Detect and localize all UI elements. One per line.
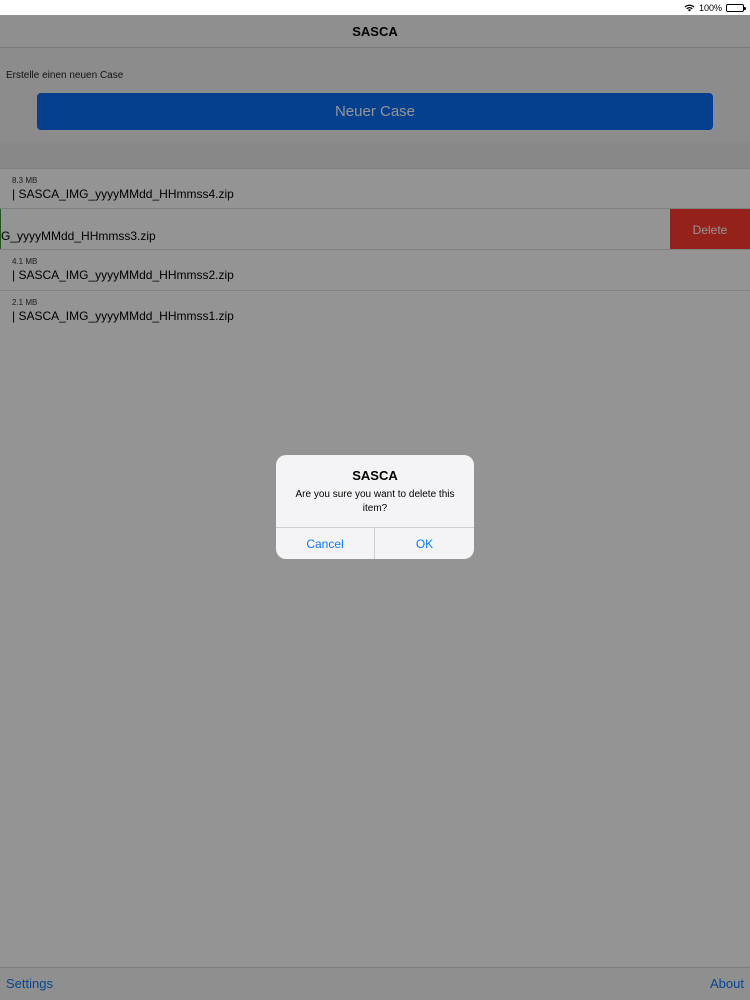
delete-confirmation-alert: SASCA Are you sure you want to delete th… (276, 455, 474, 559)
battery-icon (726, 3, 746, 12)
status-indicators: 100% (684, 1, 746, 14)
alert-title: SASCA (352, 468, 398, 483)
alert-message: Are you sure you want to delete this ite… (295, 489, 455, 514)
app-screen: SASCA Erstelle einen neuen Case Neuer Ca… (0, 0, 750, 1000)
status-bar-foreground: 100% (0, 0, 750, 15)
battery-percentage: 100% (698, 2, 722, 13)
ok-button[interactable]: OK (375, 528, 474, 559)
wifi-icon (684, 4, 695, 12)
cancel-button[interactable]: Cancel (276, 528, 374, 559)
